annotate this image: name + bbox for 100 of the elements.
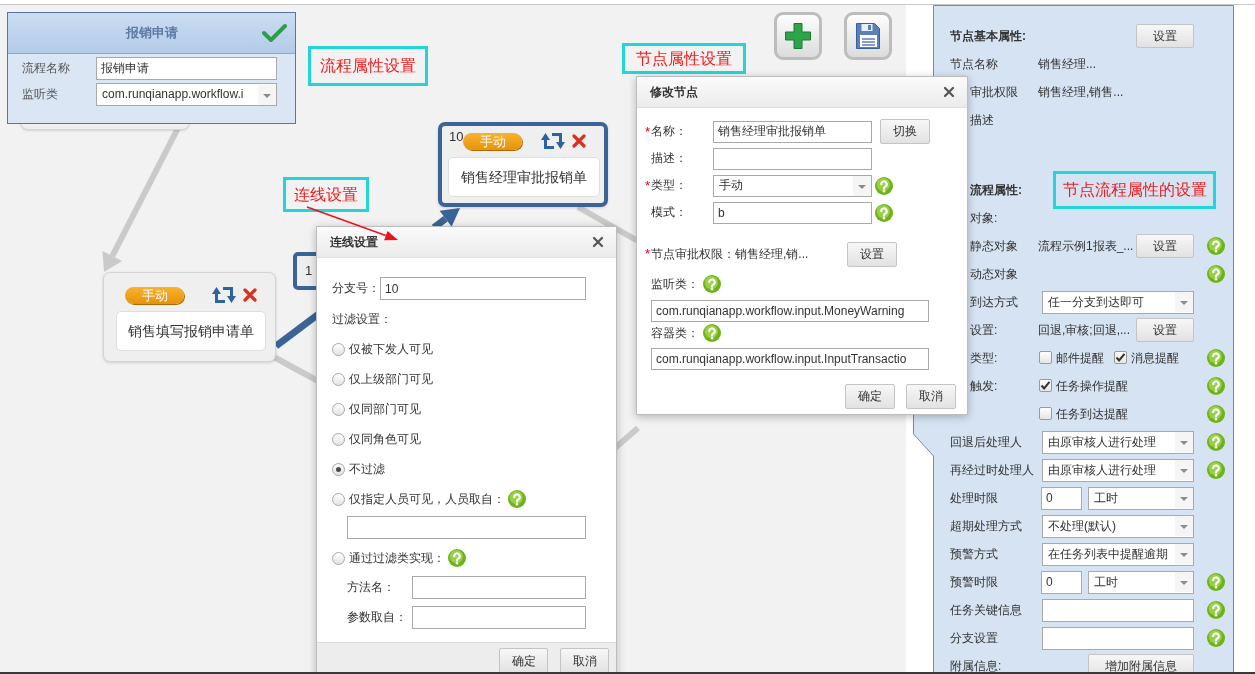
action-button[interactable]: 切换 (880, 119, 930, 144)
text-field[interactable] (347, 516, 586, 539)
action-button[interactable]: 设置 (847, 241, 897, 267)
add-button[interactable] (774, 12, 822, 60)
field-value: 回退,审核;回退,... (1038, 322, 1130, 338)
help-icon[interactable] (703, 275, 721, 293)
help-icon[interactable] (1207, 573, 1225, 591)
radio-button[interactable] (332, 342, 345, 356)
field-label: 回退后处理人 (950, 434, 1023, 450)
action-button[interactable]: 增加附属信息 (1088, 654, 1194, 674)
help-icon[interactable] (1207, 377, 1225, 395)
dropdown-field[interactable]: com.runqianapp.workflow.i (96, 83, 277, 106)
checkbox[interactable] (1039, 351, 1052, 365)
cross-icon[interactable] (572, 134, 586, 148)
radio-button[interactable] (332, 402, 345, 416)
text-field[interactable]: 10 (380, 277, 586, 300)
help-icon[interactable] (1207, 349, 1225, 367)
text-field[interactable]: 销售经理审批报销单 (713, 120, 872, 143)
checkbox[interactable] (1114, 351, 1127, 365)
text-field[interactable] (412, 576, 586, 599)
radio-label: 仅同部门可见 (349, 401, 421, 417)
help-icon[interactable] (1207, 405, 1225, 423)
section-label: 过滤设置： (332, 310, 393, 328)
help-icon[interactable] (1207, 265, 1225, 283)
text-field[interactable] (713, 147, 872, 170)
dropdown-field[interactable]: 由原审核人进行处理 (1042, 430, 1194, 454)
caret-icon (1175, 292, 1193, 312)
checkbox-label: 任务到达提醒 (1056, 406, 1128, 422)
cancel-button[interactable]: 取消 (906, 384, 956, 409)
checkmark-icon[interactable] (261, 22, 287, 44)
required-mark: * (645, 123, 651, 140)
text-field[interactable]: b (713, 201, 872, 224)
repeat-icon[interactable] (541, 132, 565, 150)
field-label: 审批权限 (969, 84, 1019, 100)
action-button[interactable]: 设置 (1136, 234, 1194, 258)
help-icon[interactable] (1207, 433, 1225, 451)
cross-icon[interactable] (243, 288, 257, 302)
text-field[interactable] (1042, 626, 1194, 650)
annotation-label: 节点流程属性的设置 (1053, 171, 1216, 209)
dropdown-field[interactable]: 不处理(默认) (1042, 514, 1194, 538)
checkbox-label: 邮件提醒 (1056, 350, 1104, 366)
radio-label: 仅指定人员可见，人员取自： (349, 491, 505, 507)
dropdown-field[interactable]: 任一分支到达即可 (1042, 290, 1194, 314)
help-icon[interactable] (1207, 629, 1225, 647)
radio-label: 仅同角色可见 (349, 431, 421, 447)
radio-button[interactable] (332, 432, 345, 446)
help-icon[interactable] (448, 549, 466, 567)
field-label: 预警时限 (950, 574, 999, 590)
text-field[interactable]: 0 (1041, 486, 1082, 510)
annotation-label: 流程属性设置 (308, 46, 428, 86)
help-icon[interactable] (875, 176, 893, 195)
dropdown-field[interactable]: 工时 (1088, 486, 1194, 510)
type-tag: 手动 (125, 286, 184, 304)
checkbox[interactable] (1039, 407, 1052, 421)
radio-button[interactable] (332, 551, 345, 565)
text-field[interactable] (1042, 598, 1194, 622)
type-tag: 手动 (463, 132, 522, 150)
save-button[interactable] (844, 12, 892, 60)
confirm-button[interactable]: 确定 (499, 648, 548, 674)
repeat-icon[interactable] (212, 286, 236, 304)
confirm-button[interactable]: 确定 (845, 384, 895, 409)
field-label: 再经过时处理人 (950, 462, 1035, 478)
field-label: 动态对象 (969, 266, 1019, 282)
radio-button[interactable] (332, 462, 345, 476)
dropdown-field[interactable]: 在任务列表中提醒逾期 (1042, 542, 1194, 566)
field-label: 容器类： (651, 325, 699, 341)
help-icon[interactable] (703, 324, 721, 342)
checkbox[interactable] (1039, 379, 1052, 393)
text-field[interactable]: com.runqianapp.workflow.input.MoneyWarning (651, 300, 929, 322)
radio-button[interactable] (332, 372, 345, 386)
field-label: 分支设置 (950, 630, 999, 646)
text-field[interactable]: com.runqianapp.workflow.input.InputTransactio (651, 348, 929, 370)
annotation-label: 连线设置 (283, 177, 369, 212)
radio-label: 通过过滤类实现： (349, 550, 445, 566)
flow-node[interactable]: 手动 销售填写报销申请单 (103, 272, 276, 362)
radio-button[interactable] (332, 492, 345, 506)
text-field[interactable]: 报销申请 (96, 57, 277, 80)
help-icon[interactable] (1207, 601, 1225, 619)
caret-icon (1175, 544, 1193, 564)
field-label: 名称： (651, 124, 688, 139)
dropdown-field[interactable]: 工时 (1088, 570, 1194, 594)
close-icon[interactable] (592, 236, 604, 248)
action-button[interactable]: 设置 (1136, 318, 1194, 342)
dropdown-field[interactable]: 手动 (713, 174, 872, 197)
field-label: 描述 (969, 112, 995, 128)
annotation-label: 节点属性设置 (622, 43, 746, 74)
help-icon[interactable] (508, 490, 526, 508)
flow-node[interactable]: 10 手动 销售经理审批报销单 (438, 122, 608, 207)
text-field[interactable]: 0 (1041, 570, 1082, 594)
close-icon[interactable] (943, 86, 955, 98)
field-label: 方法名： (347, 580, 396, 595)
cancel-button[interactable]: 取消 (560, 648, 609, 674)
help-icon[interactable] (1207, 237, 1225, 255)
text-field[interactable] (412, 606, 586, 629)
help-icon[interactable] (1207, 461, 1225, 479)
dropdown-field[interactable]: 由原审核人进行处理 (1042, 458, 1194, 482)
action-button[interactable]: 设置 (1136, 24, 1194, 48)
field-label: 流程名称 (21, 61, 71, 76)
required-mark: * (645, 246, 651, 262)
help-icon[interactable] (875, 203, 893, 222)
